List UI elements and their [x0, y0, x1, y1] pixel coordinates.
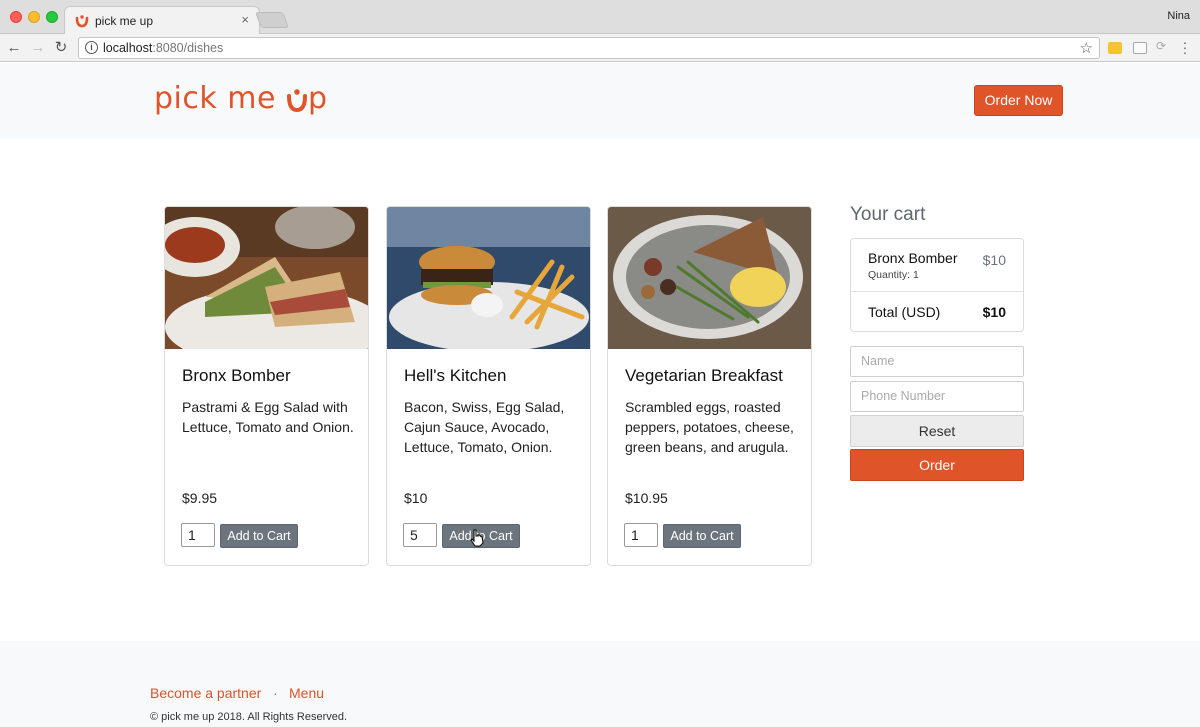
- cart-total-label: Total (USD): [868, 304, 941, 320]
- smile-logo-icon: [287, 89, 307, 113]
- logo-text-end: p: [308, 81, 328, 116]
- become-partner-link[interactable]: Become a partner: [150, 685, 261, 701]
- maximize-window-button[interactable]: [46, 11, 58, 23]
- minimize-window-button[interactable]: [28, 11, 40, 23]
- url-text: localhost:8080/dishes: [103, 41, 223, 55]
- dish-image: [165, 207, 368, 349]
- site-header: pick me p Order Now: [0, 63, 1200, 139]
- new-tab-button[interactable]: [255, 12, 289, 28]
- dish-card: Bronx Bomber Pastrami & Egg Salad with L…: [164, 206, 369, 566]
- browser-menu-icon[interactable]: · · ·: [1180, 35, 1190, 59]
- phone-number-input[interactable]: Phone Number: [850, 381, 1024, 412]
- dish-image: [387, 207, 590, 349]
- add-to-cart-button[interactable]: Add to Cart: [220, 524, 298, 548]
- order-button[interactable]: Order: [850, 449, 1024, 481]
- bookmark-star-icon[interactable]: ☆: [1080, 39, 1093, 57]
- dish-card: Vegetarian Breakfast Scrambled eggs, roa…: [607, 206, 812, 566]
- name-input[interactable]: Name: [850, 346, 1024, 377]
- cart-divider: [851, 291, 1023, 292]
- dish-card: Hell's Kitchen Bacon, Swiss, Egg Salad, …: [386, 206, 591, 566]
- smile-favicon-icon: [75, 15, 89, 28]
- order-now-button[interactable]: Order Now: [974, 85, 1063, 116]
- page-viewport: pick me p Order Now Bronx Bomber Pastram…: [0, 63, 1200, 727]
- info-icon[interactable]: i: [85, 41, 98, 54]
- footer-separator: ·: [273, 685, 278, 701]
- cast-icon[interactable]: [1133, 42, 1147, 54]
- cart-summary: Bronx Bomber Quantity: 1 $10 Total (USD)…: [850, 238, 1024, 332]
- browser-toolbar: ← → ↻ i localhost:8080/dishes ☆ ⟳ · · ·: [0, 34, 1200, 62]
- browser-tab[interactable]: pick me up ×: [64, 6, 260, 35]
- tab-close-icon[interactable]: ×: [241, 12, 249, 27]
- forward-arrow-icon[interactable]: →: [28, 38, 48, 58]
- reset-button[interactable]: Reset: [850, 415, 1024, 447]
- dish-description: Scrambled eggs, roasted peppers, potatoe…: [625, 399, 794, 455]
- dish-title: Vegetarian Breakfast: [625, 366, 783, 385]
- logo-text-start: pick me: [154, 81, 286, 116]
- sync-icon[interactable]: ⟳: [1156, 39, 1170, 53]
- quantity-input[interactable]: 5: [403, 523, 437, 547]
- profile-name[interactable]: Nina: [1167, 10, 1190, 22]
- reload-icon[interactable]: ↻: [51, 38, 71, 58]
- url-host: localhost: [103, 41, 153, 55]
- cart-title: Your cart: [850, 204, 926, 225]
- dish-price: $10.95: [625, 490, 668, 506]
- dish-description: Bacon, Swiss, Egg Salad, Cajun Sauce, Av…: [404, 399, 565, 455]
- url-path: :8080/dishes: [152, 41, 224, 55]
- cart-item-quantity: Quantity: 1: [868, 269, 919, 281]
- close-window-button[interactable]: [10, 11, 22, 23]
- menu-link[interactable]: Menu: [289, 685, 324, 701]
- quantity-input[interactable]: 1: [181, 523, 215, 547]
- dish-title: Hell's Kitchen: [404, 366, 507, 385]
- quantity-input[interactable]: 1: [624, 523, 658, 547]
- cart-total-value: $10: [982, 304, 1006, 320]
- copyright-text: © pick me up 2018. All Rights Reserved.: [150, 711, 348, 723]
- address-bar[interactable]: i localhost:8080/dishes ☆: [78, 37, 1100, 59]
- cart-item-price: $10: [982, 252, 1006, 268]
- add-to-cart-button[interactable]: Add to Cart: [663, 524, 741, 548]
- site-footer: Become a partner · Menu © pick me up 201…: [0, 641, 1200, 727]
- logo[interactable]: pick me p: [154, 81, 328, 116]
- cart-item-name: Bronx Bomber: [868, 250, 958, 266]
- browser-tab-bar: pick me up × Nina: [0, 0, 1200, 35]
- dish-price: $10: [404, 490, 428, 506]
- extension-icon[interactable]: [1108, 42, 1122, 54]
- back-arrow-icon[interactable]: ←: [4, 38, 24, 58]
- dish-description: Pastrami & Egg Salad with Lettuce, Tomat…: [182, 399, 354, 435]
- pointer-hand-icon: [470, 529, 484, 547]
- dish-price: $9.95: [182, 490, 218, 506]
- dish-title: Bronx Bomber: [182, 366, 291, 385]
- dish-image: [608, 207, 811, 349]
- tab-title: pick me up: [95, 14, 154, 28]
